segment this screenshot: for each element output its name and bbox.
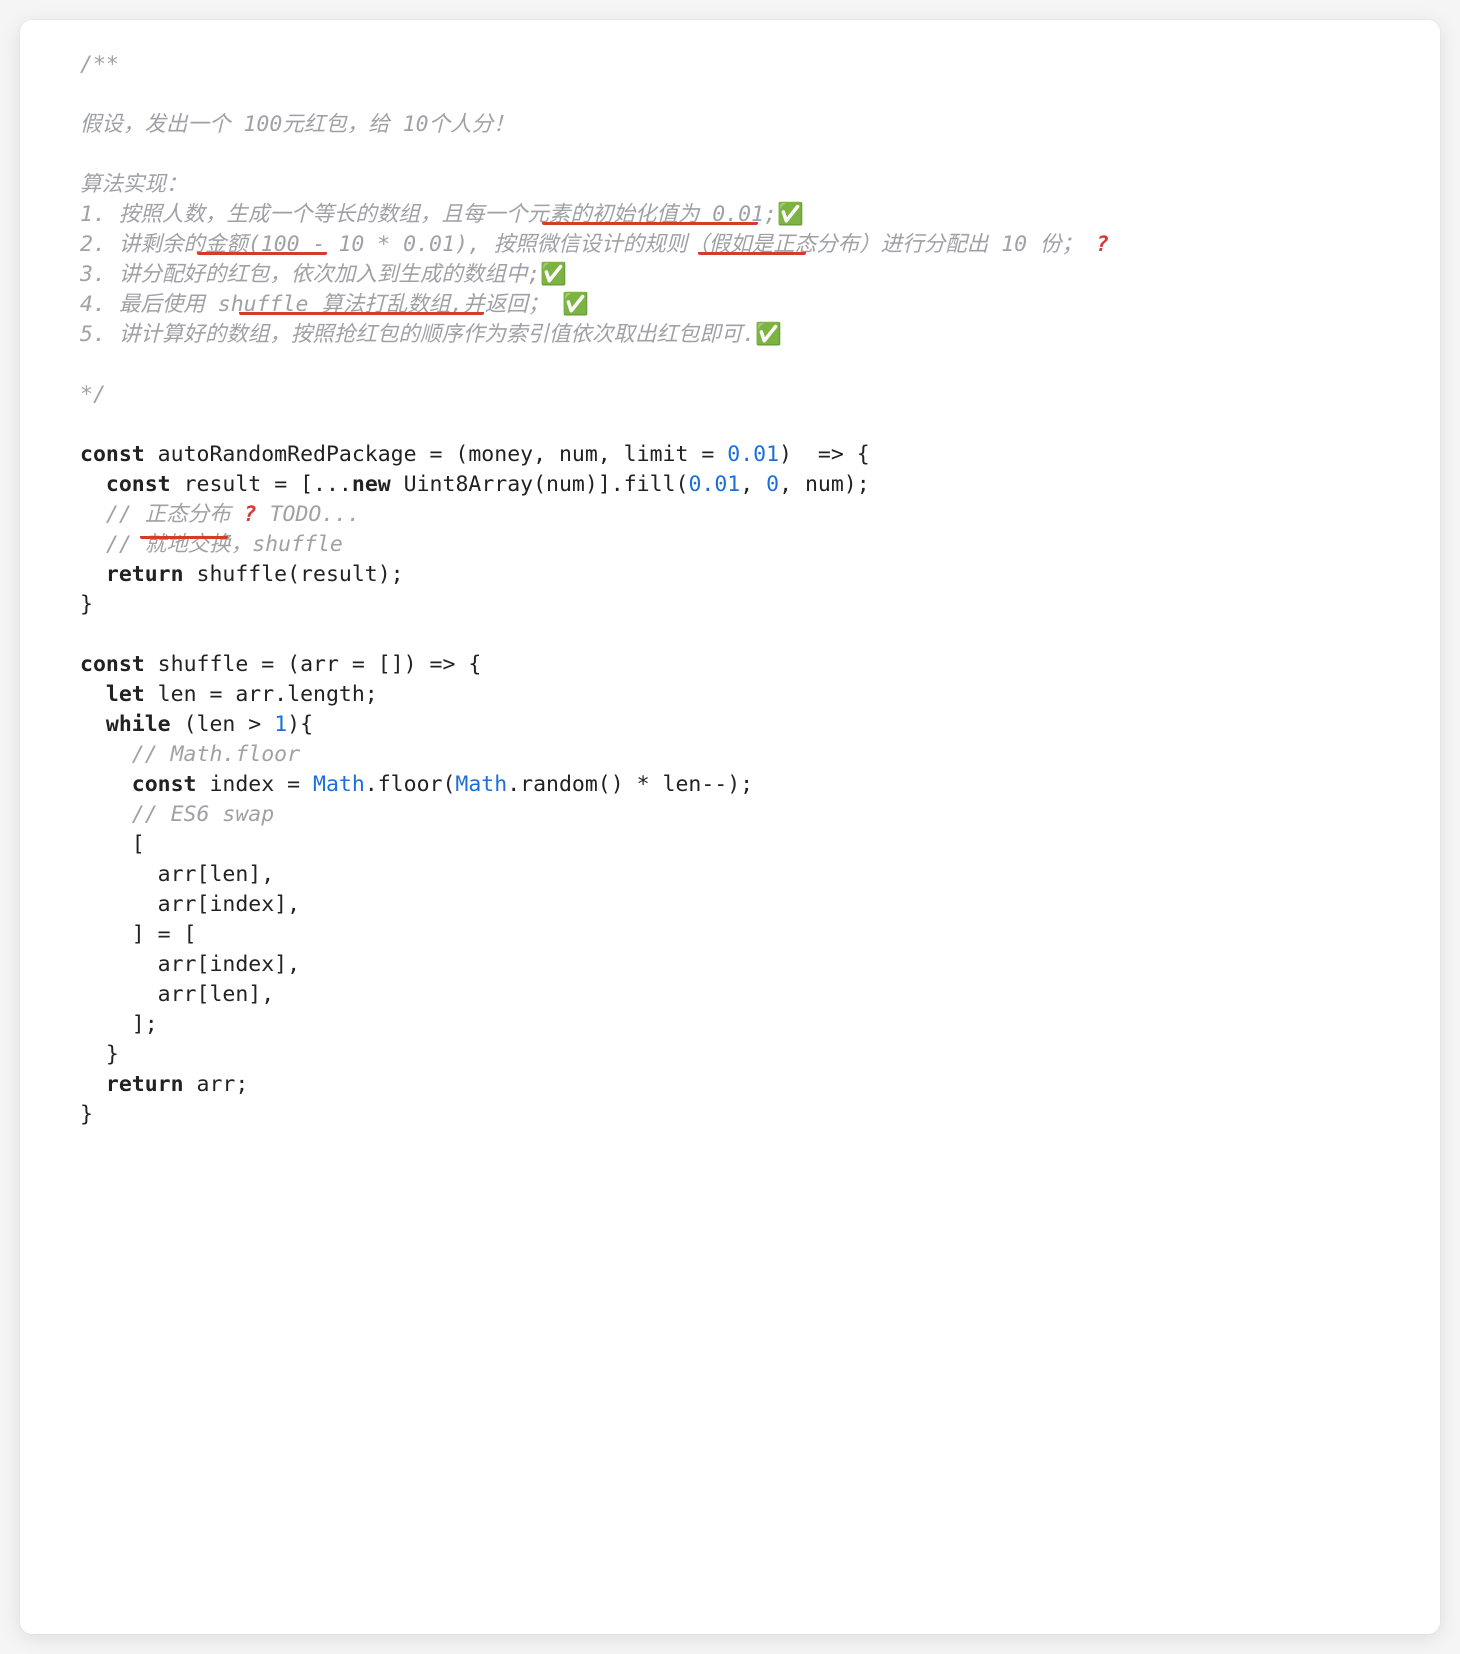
swap-line: arr[index], — [132, 952, 300, 977]
comment-step-1: 1. 按照人数，生成一个等长的数组，且每一个元素的初始化值为 0.01; — [80, 202, 777, 227]
number-literal: 0.01 — [727, 442, 779, 467]
len-decl: len = arr.length; — [145, 682, 378, 707]
comment-step-3: 3. 讲分配好的红包，依次加入到生成的数组中; — [80, 262, 540, 287]
operator-eq: = — [352, 652, 365, 677]
fn-name: shuffle — [145, 652, 262, 677]
question-mark-icon: ? — [244, 502, 257, 527]
params: (money, num, limit — [442, 442, 701, 467]
params-close: ) — [779, 442, 818, 467]
comment-step-5: 5. 讲计算好的数组，按照抢红包的顺序作为索引值依次取出红包即可. — [80, 322, 755, 347]
index-decl: index = — [197, 772, 314, 797]
code-card: /** 假设，发出一个 100元红包，给 10个人分！ 算法实现： 1. 按照人… — [20, 20, 1440, 1634]
comment-shuffle: // 就地交换，shuffle — [106, 532, 343, 557]
comment-algo-title: 算法实现： — [80, 172, 188, 197]
check-icon: ✅ — [777, 202, 804, 227]
brace: } — [80, 592, 93, 617]
keyword-return: return — [106, 1072, 184, 1097]
operator-eq: = — [261, 652, 274, 677]
keyword-const: const — [132, 772, 197, 797]
fn-name: autoRandomRedPackage — [145, 442, 430, 467]
operator-eq: = — [274, 472, 287, 497]
math-class: Math — [455, 772, 507, 797]
comment-assume: 假设，发出一个 100元红包，给 10个人分！ — [80, 112, 515, 137]
comment-normal-dist: // 正态分布 — [106, 502, 244, 527]
brace: } — [106, 1042, 119, 1067]
operator-eq: = — [701, 442, 714, 467]
code-block: /** 假设，发出一个 100元红包，给 10个人分！ 算法实现： 1. 按照人… — [80, 50, 1380, 1130]
number-literal: 0.01 — [688, 472, 740, 497]
check-icon: ✅ — [755, 322, 782, 347]
comment-open: /** — [80, 52, 119, 77]
brace: { — [455, 652, 481, 677]
swap-line: arr[index], — [132, 892, 300, 917]
comment-todo: TODO... — [257, 502, 361, 527]
arrow: => — [818, 442, 844, 467]
brace: } — [80, 1102, 93, 1127]
swap-line: arr[len], — [132, 862, 274, 887]
keyword-while: while — [106, 712, 171, 737]
number-literal: 1 — [274, 712, 287, 737]
comment-step-2: 2. 讲剩余的金额(100 - 10 * 0.01), 按照微信设计的规则（假如… — [80, 232, 1096, 257]
swap-line: arr[len], — [132, 982, 274, 1007]
swap-line: ]; — [132, 1012, 158, 1037]
keyword-const: const — [80, 442, 145, 467]
operator-eq: = — [430, 442, 443, 467]
keyword-const: const — [106, 472, 171, 497]
check-icon: ✅ — [562, 292, 589, 317]
math-class: Math — [313, 772, 365, 797]
var-result: result — [171, 472, 275, 497]
keyword-const: const — [80, 652, 145, 677]
check-icon: ✅ — [540, 262, 567, 287]
comment-close: */ — [80, 382, 106, 407]
params: (arr — [274, 652, 352, 677]
swap-line: ] = [ — [132, 922, 197, 947]
spread: [... — [287, 472, 352, 497]
keyword-return: return — [106, 562, 184, 587]
return-expr: shuffle(result); — [184, 562, 404, 587]
number-literal: 0 — [766, 472, 779, 497]
keyword-new: new — [352, 472, 391, 497]
return-expr: arr; — [184, 1072, 249, 1097]
arrow: => — [430, 652, 456, 677]
keyword-let: let — [106, 682, 145, 707]
uint8array-fill: Uint8Array(num)].fill( — [391, 472, 689, 497]
comment-es6-swap: // ES6 swap — [132, 802, 274, 827]
brace: { — [844, 442, 870, 467]
comment-math-floor: // Math.floor — [132, 742, 300, 767]
question-mark-icon: ? — [1096, 232, 1109, 257]
swap-line: [ — [132, 832, 145, 857]
comment-step-4: 4. 最后使用 shuffle 算法打乱数组,并返回； — [80, 292, 562, 317]
